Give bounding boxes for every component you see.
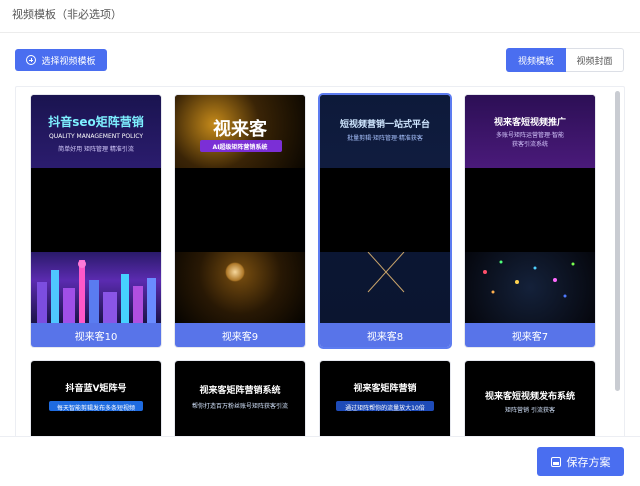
city-skyline-image bbox=[37, 260, 156, 323]
grid-scrollbar[interactable] bbox=[615, 91, 620, 391]
template-thumbnail: 视来客矩阵营销系统 帮你打造百万粉丝账号矩阵获客引流 bbox=[175, 361, 305, 441]
template-card[interactable]: 抖音seo矩阵营销 QUALITY MANAGEMENT POLICY 简单好用… bbox=[31, 95, 161, 347]
thumbnail-subtitle: 批量剪辑·矩阵管理·精准获客 bbox=[347, 135, 423, 142]
template-thumbnail: 视来客短视频发布系统 矩阵营销 引流获客 bbox=[465, 361, 595, 441]
template-thumbnail: 视来客短视频推广 多账号矩阵运营管理·智能 获客引流系统 bbox=[465, 95, 595, 323]
thumbnail-subtitle: 帮你打造百万粉丝账号矩阵获客引流 bbox=[191, 403, 288, 410]
thumbnail-subtitle: 每天智能剪辑发布多条短视频 bbox=[56, 405, 135, 412]
plus-circle-icon bbox=[26, 55, 37, 65]
thumbnail-subtitle: QUALITY MANAGEMENT POLICY bbox=[48, 133, 143, 140]
template-card[interactable]: 抖音蓝V矩阵号 每天智能剪辑发布多条短视频 bbox=[31, 361, 161, 441]
thumbnail-subtitle: 多账号矩阵运营管理·智能 bbox=[496, 132, 564, 139]
bokeh-dots-image bbox=[483, 260, 575, 298]
save-icon bbox=[550, 456, 561, 467]
template-card[interactable]: 视来客 AI超级矩阵营销系统 视来客9 bbox=[175, 95, 305, 347]
template-card[interactable]: 视来客短视频推广 多账号矩阵运营管理·智能 获客引流系统 视来客7 bbox=[465, 95, 595, 347]
thumbnail-headline: 视来客 bbox=[213, 119, 267, 140]
thumbnail-headline: 抖音seo矩阵营销 bbox=[48, 115, 144, 129]
thumbnail-headline: 抖音蓝V矩阵号 bbox=[65, 384, 127, 394]
thumbnail-subtitle-2: 获客引流系统 bbox=[511, 141, 548, 148]
template-type-toggle: 视频模板 视频封面 bbox=[506, 48, 624, 72]
thumbnail-subtitle: 通过矩阵帮你的流量放大10倍 bbox=[345, 405, 425, 412]
template-name: 视来客9 bbox=[175, 323, 305, 347]
template-thumbnail: 抖音蓝V矩阵号 每天智能剪辑发布多条短视频 bbox=[31, 361, 161, 441]
thumbnail-headline: 视来客短视频推广 bbox=[493, 118, 566, 128]
cross-lines-image bbox=[367, 252, 405, 293]
header-divider bbox=[0, 32, 640, 33]
template-card[interactable]: 视来客短视频发布系统 矩阵营销 引流获客 bbox=[465, 361, 595, 441]
thumbnail-subtitle: 矩阵营销 引流获客 bbox=[505, 407, 555, 414]
template-name: 视来客7 bbox=[465, 323, 595, 347]
thumbnail-subtitle: AI超级矩阵营销系统 bbox=[212, 144, 268, 151]
save-plan-label: 保存方案 bbox=[566, 455, 611, 469]
template-name: 视来客8 bbox=[320, 323, 450, 347]
template-thumbnail: 视来客矩阵营销 通过矩阵帮你的流量放大10倍 bbox=[320, 361, 450, 441]
thumbnail-headline: 短视频营销一站式平台 bbox=[339, 120, 430, 130]
select-template-button[interactable]: 选择视频模板 bbox=[15, 49, 107, 71]
thumbnail-headline: 视来客短视频发布系统 bbox=[484, 392, 575, 402]
template-grid: 抖音seo矩阵营销 QUALITY MANAGEMENT POLICY 简单好用… bbox=[15, 86, 625, 446]
thumbnail-headline: 视来客矩阵营销 bbox=[353, 384, 417, 394]
save-plan-button[interactable]: 保存方案 bbox=[537, 447, 624, 476]
template-thumbnail: 抖音seo矩阵营销 QUALITY MANAGEMENT POLICY 简单好用… bbox=[31, 95, 161, 323]
tab-video-template[interactable]: 视频模板 bbox=[506, 48, 566, 72]
tab-video-cover[interactable]: 视频封面 bbox=[566, 48, 624, 72]
template-name: 视来客10 bbox=[31, 323, 161, 347]
template-thumbnail: 短视频营销一站式平台 批量剪辑·矩阵管理·精准获客 bbox=[320, 95, 450, 323]
page-title: 视频模板（非必选项） bbox=[12, 8, 122, 21]
thumbnail-subtitle-2: 简单好用 矩阵管理 精准引流 bbox=[58, 146, 134, 153]
template-card[interactable]: 视来客矩阵营销系统 帮你打造百万粉丝账号矩阵获客引流 bbox=[175, 361, 305, 441]
thumbnail-headline: 视来客矩阵营销系统 bbox=[199, 386, 281, 396]
template-thumbnail: 视来客 AI超级矩阵营销系统 bbox=[175, 95, 305, 323]
template-card[interactable]: 视来客矩阵营销 通过矩阵帮你的流量放大10倍 bbox=[320, 361, 450, 441]
template-card[interactable]: 短视频营销一站式平台 批量剪辑·矩阵管理·精准获客 视来客8 bbox=[320, 95, 450, 347]
select-template-label: 选择视频模板 bbox=[41, 56, 96, 67]
